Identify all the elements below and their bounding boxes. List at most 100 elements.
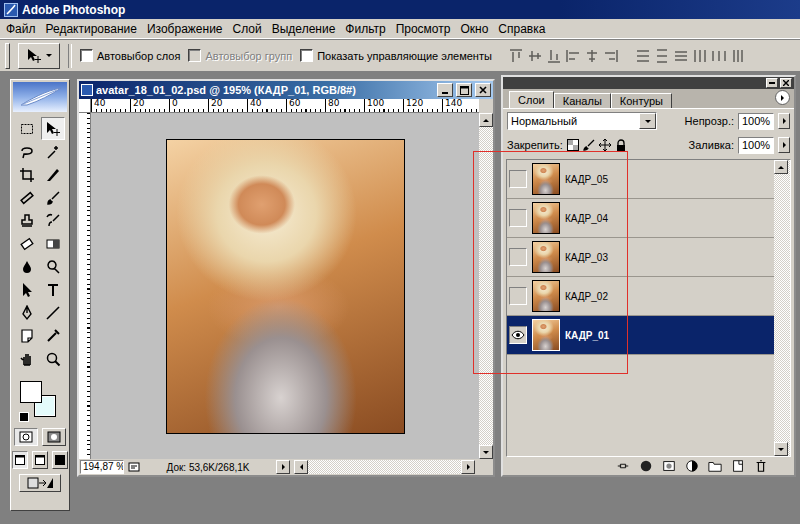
tool-button[interactable]: [15, 140, 39, 163]
vertical-scrollbar[interactable]: [479, 113, 493, 459]
new-layer-icon[interactable]: [731, 459, 745, 473]
visibility-toggle[interactable]: [509, 170, 527, 188]
palette-minimize-button[interactable]: [766, 78, 778, 88]
horizontal-ruler[interactable]: 4020020406080100120140: [91, 99, 479, 113]
layer-row[interactable]: КАДР_01: [507, 316, 774, 355]
palette-close-button[interactable]: [780, 78, 792, 88]
layer-row[interactable]: КАДР_02: [507, 277, 774, 316]
palette-tab[interactable]: Каналы: [554, 93, 611, 108]
select-arrow[interactable]: [639, 113, 656, 129]
lock-move-icon[interactable]: [599, 139, 611, 151]
tool-button[interactable]: [41, 117, 65, 140]
option-checkbox[interactable]: Автовыбор слоя: [80, 49, 180, 62]
scroll-left-button[interactable]: [294, 460, 308, 474]
menu-item[interactable]: Просмотр: [391, 22, 456, 36]
quick-mask-button[interactable]: [42, 428, 66, 446]
menu-item[interactable]: Выделение: [267, 22, 341, 36]
document-title-bar[interactable]: avatar_18_01_02.psd @ 195% (КАДР_01, RGB…: [79, 81, 493, 99]
layer-row[interactable]: КАДР_04: [507, 199, 774, 238]
tool-button[interactable]: [41, 186, 65, 209]
folder-icon[interactable]: [708, 459, 722, 473]
tool-preset-button[interactable]: [18, 43, 60, 69]
link-icon[interactable]: [616, 459, 630, 473]
layer-row[interactable]: КАДР_03: [507, 238, 774, 277]
foreground-color[interactable]: [20, 381, 42, 403]
horizontal-scrollbar[interactable]: [294, 460, 475, 474]
tool-button[interactable]: [15, 163, 39, 186]
palette-tab[interactable]: Контуры: [611, 93, 672, 108]
tool-button[interactable]: [15, 117, 39, 140]
layer-row[interactable]: КАДР_05: [507, 160, 774, 199]
layers-palette[interactable]: СлоиКаналыКонтурыНормальныйНепрозр.:100%…: [501, 75, 796, 477]
opacity-slider-button[interactable]: [778, 113, 790, 129]
tool-button[interactable]: [15, 255, 39, 278]
palette-menu-button[interactable]: [775, 90, 790, 105]
ruler-corner[interactable]: [79, 99, 91, 113]
scroll-down-button[interactable]: [479, 445, 493, 459]
default-colors-icon[interactable]: [19, 412, 29, 422]
tool-button[interactable]: [41, 140, 65, 163]
menu-item[interactable]: Файл: [1, 22, 41, 36]
imageready-button[interactable]: [19, 474, 61, 492]
visibility-toggle[interactable]: [509, 209, 527, 227]
tool-button[interactable]: [15, 232, 39, 255]
visibility-toggle[interactable]: [509, 248, 527, 266]
layers-scrollbar[interactable]: [774, 160, 790, 456]
menu-item[interactable]: Редактирование: [41, 22, 142, 36]
screen-mode-button[interactable]: [52, 451, 68, 469]
tool-button[interactable]: [41, 232, 65, 255]
scroll-track[interactable]: [479, 127, 493, 445]
tool-button[interactable]: [15, 324, 39, 347]
tool-button[interactable]: [15, 186, 39, 209]
menu-item[interactable]: Фильтр: [340, 22, 390, 36]
option-checkbox[interactable]: Показать управляющие элементы: [300, 49, 492, 62]
document-window[interactable]: avatar_18_01_02.psd @ 195% (КАДР_01, RGB…: [77, 79, 495, 477]
tool-button[interactable]: [15, 209, 39, 232]
maximize-button[interactable]: [456, 83, 472, 97]
visibility-toggle[interactable]: [509, 326, 527, 344]
menu-item[interactable]: Справка: [493, 22, 550, 36]
menu-item[interactable]: Окно: [455, 22, 493, 36]
status-menu-button[interactable]: [276, 460, 290, 474]
scroll-up-button[interactable]: [479, 113, 493, 127]
mask-icon[interactable]: [662, 459, 676, 473]
minimize-button[interactable]: [437, 83, 453, 97]
zoom-field[interactable]: 194,87 %: [80, 460, 124, 474]
effects-icon[interactable]: [639, 459, 653, 473]
canvas-area[interactable]: [91, 113, 479, 459]
visibility-toggle[interactable]: [509, 287, 527, 305]
checkbox-box[interactable]: [300, 49, 313, 62]
tool-button[interactable]: [15, 347, 39, 370]
tool-button[interactable]: [41, 301, 65, 324]
blend-mode-select[interactable]: Нормальный: [507, 112, 657, 130]
close-button[interactable]: [475, 83, 491, 97]
fill-field[interactable]: 100%: [738, 137, 774, 154]
tool-button[interactable]: [41, 255, 65, 278]
toolbar-grip[interactable]: [5, 43, 10, 69]
palette-tab[interactable]: Слои: [509, 91, 554, 108]
tool-button[interactable]: [41, 278, 65, 301]
adjustment-icon[interactable]: [685, 459, 699, 473]
lock-all-icon[interactable]: [615, 139, 627, 151]
tool-button[interactable]: [41, 324, 65, 347]
vertical-ruler[interactable]: [79, 113, 91, 459]
opacity-field[interactable]: 100%: [738, 113, 774, 130]
tool-button[interactable]: [41, 163, 65, 186]
menu-item[interactable]: Слой: [228, 22, 267, 36]
scroll-right-button[interactable]: [461, 460, 475, 474]
tool-button[interactable]: [15, 301, 39, 324]
standard-mode-button[interactable]: [14, 428, 38, 446]
menu-item[interactable]: Изображение: [142, 22, 228, 36]
tool-button[interactable]: [41, 209, 65, 232]
scroll-up-button[interactable]: [774, 160, 788, 174]
trash-icon[interactable]: [754, 459, 768, 473]
toolbox-logo[interactable]: [13, 82, 67, 112]
palette-title-bar[interactable]: [503, 77, 794, 89]
tool-button[interactable]: [41, 347, 65, 370]
screen-mode-button[interactable]: [12, 451, 28, 469]
screen-mode-button[interactable]: [32, 451, 48, 469]
lock-paint-icon[interactable]: [583, 139, 595, 151]
checkbox-box[interactable]: [80, 49, 93, 62]
tool-button[interactable]: [15, 278, 39, 301]
fill-slider-button[interactable]: [778, 137, 790, 153]
